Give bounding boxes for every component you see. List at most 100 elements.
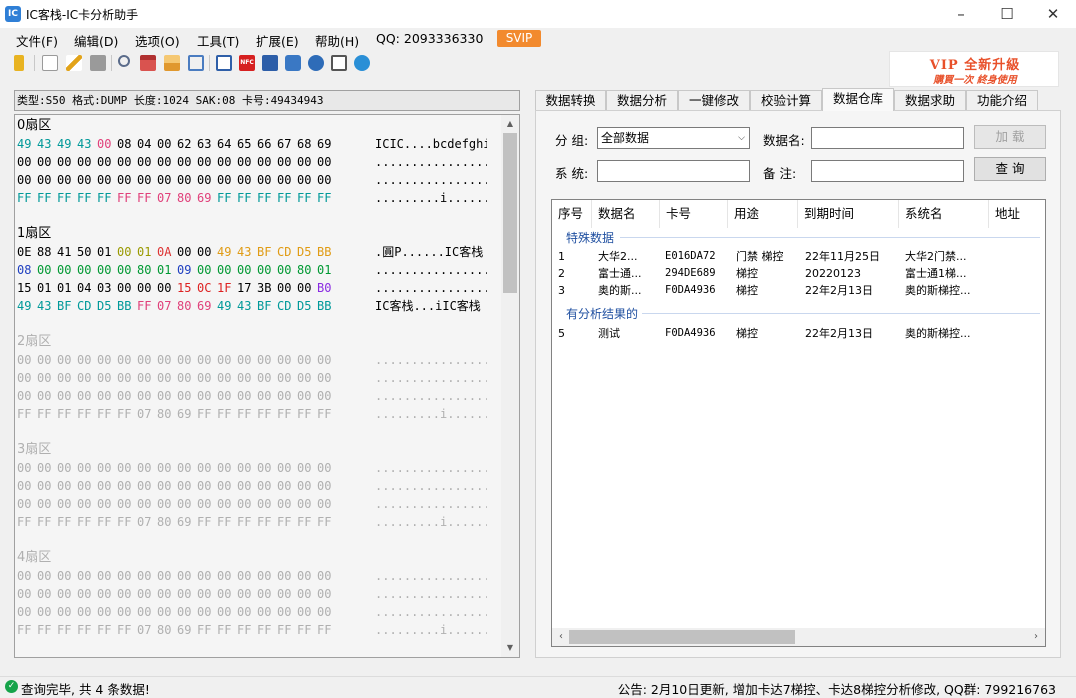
hex-byte[interactable]: 00	[297, 369, 315, 387]
hex-byte[interactable]: 00	[77, 495, 95, 513]
hex-byte[interactable]: 00	[317, 459, 335, 477]
hex-byte[interactable]: 00	[277, 387, 295, 405]
hex-byte[interactable]: 00	[277, 585, 295, 603]
hex-byte[interactable]: 00	[117, 495, 135, 513]
hex-byte[interactable]: 43	[237, 243, 255, 261]
hex-byte[interactable]: 00	[317, 603, 335, 621]
hex-byte[interactable]: 00	[237, 495, 255, 513]
hex-byte[interactable]: 00	[97, 171, 115, 189]
hex-byte[interactable]: 0C	[197, 279, 215, 297]
hex-byte[interactable]: 00	[57, 495, 75, 513]
hex-byte[interactable]: 00	[157, 459, 175, 477]
hex-byte[interactable]: 00	[257, 459, 275, 477]
settings-icon[interactable]	[354, 55, 370, 71]
hex-byte[interactable]: 00	[77, 459, 95, 477]
hex-byte[interactable]: 62	[177, 135, 195, 153]
hex-byte[interactable]: FF	[277, 405, 295, 423]
hex-byte[interactable]: 00	[177, 171, 195, 189]
hex-byte[interactable]: FF	[17, 621, 35, 639]
column-header-expiry[interactable]: 到期时间	[798, 200, 899, 228]
hex-row[interactable]: 08 00 00 00 00 00 80 01 09 00 00 00 00 00 80 01........…	[17, 261, 501, 279]
hex-byte[interactable]: 0E	[17, 243, 35, 261]
menu-edit[interactable]: 编辑(D)	[74, 31, 118, 50]
hex-byte[interactable]: 00	[17, 153, 35, 171]
hex-row[interactable]: 00 00 00 00 00 00 00 00 00 00 00 00 00 00 00 00........…	[17, 585, 501, 603]
hex-row[interactable]: 0E 88 41 50 01 00 01 0A 00 00 49 43 BF CD D5 BB .圓P.....…	[17, 243, 501, 261]
hex-byte[interactable]: 07	[137, 405, 155, 423]
hex-row[interactable]: 00 00 00 00 00 00 00 00 00 00 00 00 00 00 00 00........…	[17, 351, 501, 369]
hex-byte[interactable]: 00	[117, 567, 135, 585]
hex-byte[interactable]: 00	[77, 369, 95, 387]
hex-byte[interactable]: 00	[297, 153, 315, 171]
hex-byte[interactable]: 00	[317, 567, 335, 585]
hex-byte[interactable]: 00	[177, 459, 195, 477]
hex-byte[interactable]: 00	[117, 243, 135, 261]
hex-byte[interactable]: D5	[97, 297, 115, 315]
hex-byte[interactable]: FF	[97, 621, 115, 639]
hex-byte[interactable]: 69	[317, 135, 335, 153]
hex-byte[interactable]: 00	[117, 153, 135, 171]
hex-row[interactable]: 00 00 00 00 00 00 00 00 00 00 00 00 00 00 00 00........…	[17, 387, 501, 405]
hex-byte[interactable]: 01	[137, 243, 155, 261]
hex-byte[interactable]: 49	[57, 135, 75, 153]
hex-byte[interactable]: BB	[317, 243, 335, 261]
hex-byte[interactable]: 00	[117, 387, 135, 405]
hex-byte[interactable]: BF	[57, 297, 75, 315]
hex-byte[interactable]: 00	[77, 387, 95, 405]
hex-byte[interactable]: 00	[17, 477, 35, 495]
hex-byte[interactable]: 00	[277, 567, 295, 585]
hex-byte[interactable]: 00	[197, 153, 215, 171]
hex-byte[interactable]: 00	[97, 603, 115, 621]
hex-byte[interactable]: FF	[217, 189, 235, 207]
hex-row[interactable]: 15 01 01 04 03 00 00 00 15 0C 1F 17 3B 00 00 B0........…	[17, 279, 501, 297]
hex-byte[interactable]: FF	[57, 621, 75, 639]
hex-byte[interactable]: 3B	[257, 279, 275, 297]
hex-byte[interactable]: FF	[77, 405, 95, 423]
hex-byte[interactable]: FF	[137, 189, 155, 207]
hex-byte[interactable]: FF	[297, 621, 315, 639]
hex-byte[interactable]: 00	[137, 567, 155, 585]
hex-byte[interactable]: 00	[257, 585, 275, 603]
menu-options[interactable]: 选项(O)	[135, 31, 180, 50]
hex-byte[interactable]: 0A	[157, 243, 175, 261]
hex-byte[interactable]: 00	[57, 477, 75, 495]
hex-byte[interactable]: 00	[117, 369, 135, 387]
hex-byte[interactable]: 00	[57, 585, 75, 603]
column-header-card[interactable]: 卡号	[660, 200, 728, 228]
hex-byte[interactable]: 00	[217, 387, 235, 405]
hex-byte[interactable]: D5	[297, 243, 315, 261]
hex-byte[interactable]: FF	[57, 189, 75, 207]
hex-row[interactable]: 00 00 00 00 00 00 00 00 00 00 00 00 00 00 00 00........…	[17, 459, 501, 477]
hex-byte[interactable]: FF	[197, 621, 215, 639]
hex-byte[interactable]: 00	[277, 369, 295, 387]
hex-viewer[interactable]: 0扇区 49 43 49 43 00 08 04 00 62 63 64 65 66 67 68 69 ICIC.…	[14, 114, 520, 658]
hex-row[interactable]: 49 43 49 43 00 08 04 00 62 63 64 65 66 67 68 69 ICIC....…	[17, 135, 501, 153]
column-header-system[interactable]: 系统名	[899, 200, 989, 228]
hex-byte[interactable]: 00	[317, 369, 335, 387]
edit-icon[interactable]	[66, 55, 82, 71]
hex-byte[interactable]: 00	[197, 603, 215, 621]
hex-byte[interactable]: 01	[57, 279, 75, 297]
hex-byte[interactable]: FF	[257, 189, 275, 207]
hex-byte[interactable]: 00	[157, 495, 175, 513]
hex-byte[interactable]: 00	[157, 567, 175, 585]
hex-byte[interactable]: FF	[117, 189, 135, 207]
hex-byte[interactable]: 00	[157, 387, 175, 405]
hex-byte[interactable]: 00	[297, 459, 315, 477]
hex-byte[interactable]: 00	[277, 603, 295, 621]
hex-byte[interactable]: 00	[157, 585, 175, 603]
hex-byte[interactable]: 00	[237, 567, 255, 585]
hex-byte[interactable]: 80	[157, 405, 175, 423]
minimize-icon[interactable]: –	[938, 0, 984, 28]
save-icon[interactable]	[90, 55, 106, 71]
tab-data-warehouse[interactable]: 数据仓库	[822, 88, 894, 111]
hex-byte[interactable]: 43	[37, 297, 55, 315]
hex-byte[interactable]: 00	[297, 477, 315, 495]
menu-tools[interactable]: 工具(T)	[197, 31, 239, 50]
hex-byte[interactable]: 69	[197, 189, 215, 207]
hex-byte[interactable]: 00	[157, 477, 175, 495]
hex-byte[interactable]: 80	[157, 513, 175, 531]
hex-byte[interactable]: 80	[297, 261, 315, 279]
note-input[interactable]	[811, 160, 964, 182]
qq-label[interactable]: QQ: 2093336330	[376, 31, 483, 46]
